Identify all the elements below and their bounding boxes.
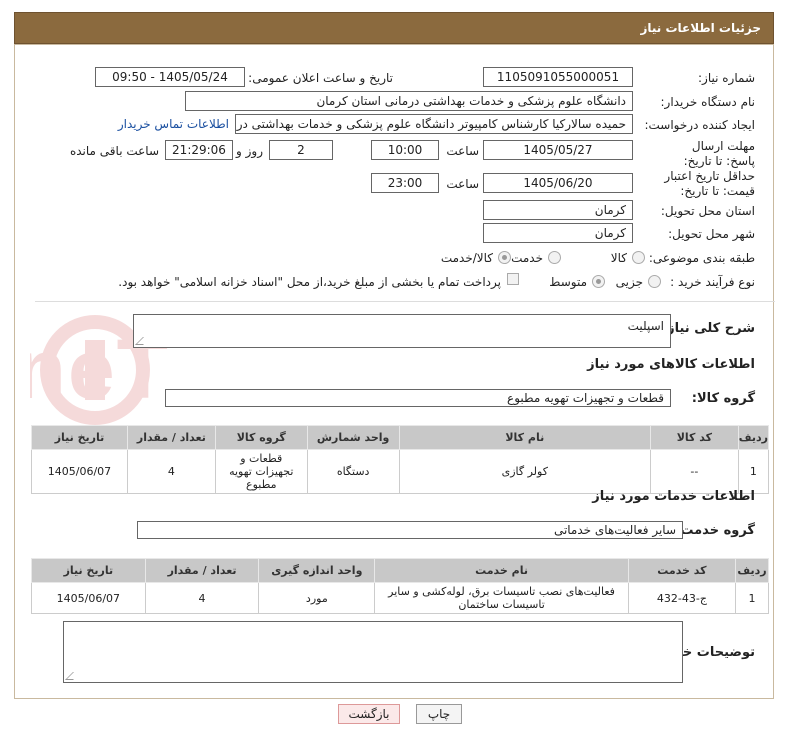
creator-label: ایجاد کننده درخواست: bbox=[644, 118, 755, 132]
validity-date-field[interactable]: 1405/06/20 bbox=[483, 173, 633, 193]
category-goods-service-radio[interactable] bbox=[498, 251, 511, 264]
category-goods-radio[interactable] bbox=[632, 251, 645, 264]
announce-field[interactable]: 1405/05/24 - 09:50 bbox=[95, 67, 245, 87]
contact-buyer-link[interactable]: اطلاعات تماس خریدار bbox=[118, 117, 229, 131]
services-table-header: ردیف کد خدمت نام خدمت واحد اندازه گیری ت… bbox=[31, 558, 770, 583]
goods-group-label: گروه کالا: bbox=[691, 391, 755, 406]
goods-cell-date: 1405/06/07 bbox=[31, 449, 128, 494]
page-root: جزئیات اطلاعات نیاز AriaTender.neT شماره… bbox=[0, 0, 788, 739]
goods-col-unit: واحد شمارش bbox=[306, 425, 400, 450]
process-label: نوع فرآیند خرید : bbox=[670, 275, 755, 289]
divider bbox=[35, 301, 775, 302]
services-col-row: ردیف bbox=[734, 558, 770, 583]
deadline-date-field[interactable]: 1405/05/27 bbox=[483, 140, 633, 160]
treasury-payment-checkbox[interactable] bbox=[507, 273, 519, 285]
services-section-title: اطلاعات خدمات مورد نیاز bbox=[592, 489, 755, 504]
validity-label: حداقل تاریخ اعتبار قیمت: تا تاریخ: bbox=[664, 169, 755, 198]
validity-time-label: ساعت bbox=[446, 177, 479, 191]
resize-grip-icon[interactable] bbox=[135, 337, 151, 345]
category-goods-label: کالا bbox=[610, 251, 627, 265]
description-text: اسپلیت bbox=[627, 319, 664, 333]
services-cell-name: فعالیت‌های نصب تاسیسات برق، لوله‌کشی و س… bbox=[374, 582, 629, 614]
goods-table: ردیف کد کالا نام کالا واحد شمارش گروه کا… bbox=[31, 425, 770, 494]
services-cell-unit: مورد bbox=[258, 582, 376, 614]
services-cell-code: ج-43-432 bbox=[627, 582, 736, 614]
services-col-qty: تعداد / مقدار bbox=[144, 558, 260, 583]
goods-col-qty: تعداد / مقدار bbox=[126, 425, 216, 450]
goods-col-name: نام کالا bbox=[398, 425, 651, 450]
goods-cell-code: -- bbox=[649, 449, 739, 494]
goods-table-header: ردیف کد کالا نام کالا واحد شمارش گروه کا… bbox=[31, 425, 770, 450]
announce-label: تاریخ و ساعت اعلان عمومی: bbox=[248, 71, 393, 85]
days-label: روز و bbox=[236, 144, 263, 158]
remaining-time-field[interactable]: 21:29:06 bbox=[165, 140, 233, 160]
deadline-label: مهلت ارسال پاسخ: تا تاریخ: bbox=[683, 139, 755, 168]
table-row[interactable]: 1 -- کولر گازی دستگاه قطعات و تجهیزات ته… bbox=[31, 449, 770, 494]
process-minor-radio[interactable] bbox=[648, 275, 661, 288]
goods-cell-qty: 4 bbox=[126, 449, 216, 494]
province-label: استان محل تحویل: bbox=[660, 204, 755, 218]
category-goods-service-label: کالا/خدمت bbox=[440, 251, 493, 265]
category-service-label: خدمت bbox=[511, 251, 543, 265]
goods-cell-row: 1 bbox=[737, 449, 770, 494]
goods-cell-group: قطعات و تجهیزات تهویه مطبوع bbox=[214, 449, 308, 494]
resize-grip-icon[interactable] bbox=[65, 672, 81, 680]
services-cell-row: 1 bbox=[734, 582, 770, 614]
validity-time-field[interactable]: 23:00 bbox=[371, 173, 439, 193]
buyer-org-field[interactable]: دانشگاه علوم پزشکی و خدمات بهداشتی درمان… bbox=[185, 91, 633, 111]
buyer-org-label: نام دستگاه خریدار: bbox=[660, 95, 756, 109]
page-title: جزئیات اطلاعات نیاز bbox=[640, 21, 761, 35]
print-button[interactable]: چاپ bbox=[416, 704, 462, 724]
process-medium-label: متوسط bbox=[549, 275, 587, 289]
services-table: ردیف کد خدمت نام خدمت واحد اندازه گیری ت… bbox=[31, 558, 770, 614]
description-textarea[interactable]: اسپلیت bbox=[133, 314, 671, 348]
services-col-code: کد خدمت bbox=[627, 558, 736, 583]
services-group-label: گروه خدمت: bbox=[675, 523, 755, 538]
remaining-label: ساعت باقی مانده bbox=[69, 144, 159, 158]
back-button[interactable]: بازگشت bbox=[338, 704, 400, 724]
creator-field[interactable]: حمیده سالارکیا کارشناس کامپیوتر دانشگاه … bbox=[235, 114, 633, 134]
page-header: جزئیات اطلاعات نیاز bbox=[14, 12, 774, 44]
treasury-payment-note: پرداخت تمام یا بخشی از مبلغ خرید،از محل … bbox=[118, 275, 501, 289]
services-group-field[interactable]: سایر فعالیت‌های خدماتی bbox=[137, 521, 683, 539]
goods-col-row: ردیف bbox=[737, 425, 770, 450]
details-panel: AriaTender.neT شماره نیاز: 1105091055000… bbox=[14, 44, 775, 699]
deadline-time-field[interactable]: 10:00 bbox=[371, 140, 439, 160]
services-col-unit: واحد اندازه گیری bbox=[258, 558, 376, 583]
days-field[interactable]: 2 bbox=[269, 140, 333, 160]
province-field[interactable]: کرمان bbox=[483, 200, 633, 220]
goods-col-date: تاریخ نیاز bbox=[31, 425, 128, 450]
city-label: شهر محل تحویل: bbox=[668, 227, 755, 241]
category-service-radio[interactable] bbox=[548, 251, 561, 264]
services-cell-date: 1405/06/07 bbox=[31, 582, 146, 614]
city-field[interactable]: کرمان bbox=[483, 223, 633, 243]
process-minor-label: جزیی bbox=[615, 275, 643, 289]
table-row[interactable]: 1 ج-43-432 فعالیت‌های نصب تاسیسات برق، ل… bbox=[31, 582, 770, 614]
buyer-notes-textarea[interactable] bbox=[63, 621, 683, 683]
goods-cell-name: کولر گازی bbox=[398, 449, 651, 494]
process-medium-radio[interactable] bbox=[592, 275, 605, 288]
need-number-field[interactable]: 1105091055000051 bbox=[483, 67, 633, 87]
category-label: طبقه بندی موضوعی: bbox=[648, 251, 755, 265]
description-label: شرح کلی نیاز: bbox=[661, 321, 755, 336]
deadline-time-label: ساعت bbox=[446, 144, 479, 158]
services-col-name: نام خدمت bbox=[374, 558, 629, 583]
need-number-label: شماره نیاز: bbox=[698, 71, 755, 85]
services-cell-qty: 4 bbox=[144, 582, 260, 614]
goods-group-field[interactable]: قطعات و تجهیزات تهویه مطبوع bbox=[165, 389, 671, 407]
services-col-date: تاریخ نیاز bbox=[31, 558, 146, 583]
goods-cell-unit: دستگاه bbox=[306, 449, 400, 494]
goods-section-title: اطلاعات کالاهای مورد نیاز bbox=[587, 357, 755, 372]
goods-col-code: کد کالا bbox=[649, 425, 739, 450]
goods-col-group: گروه کالا bbox=[214, 425, 308, 450]
